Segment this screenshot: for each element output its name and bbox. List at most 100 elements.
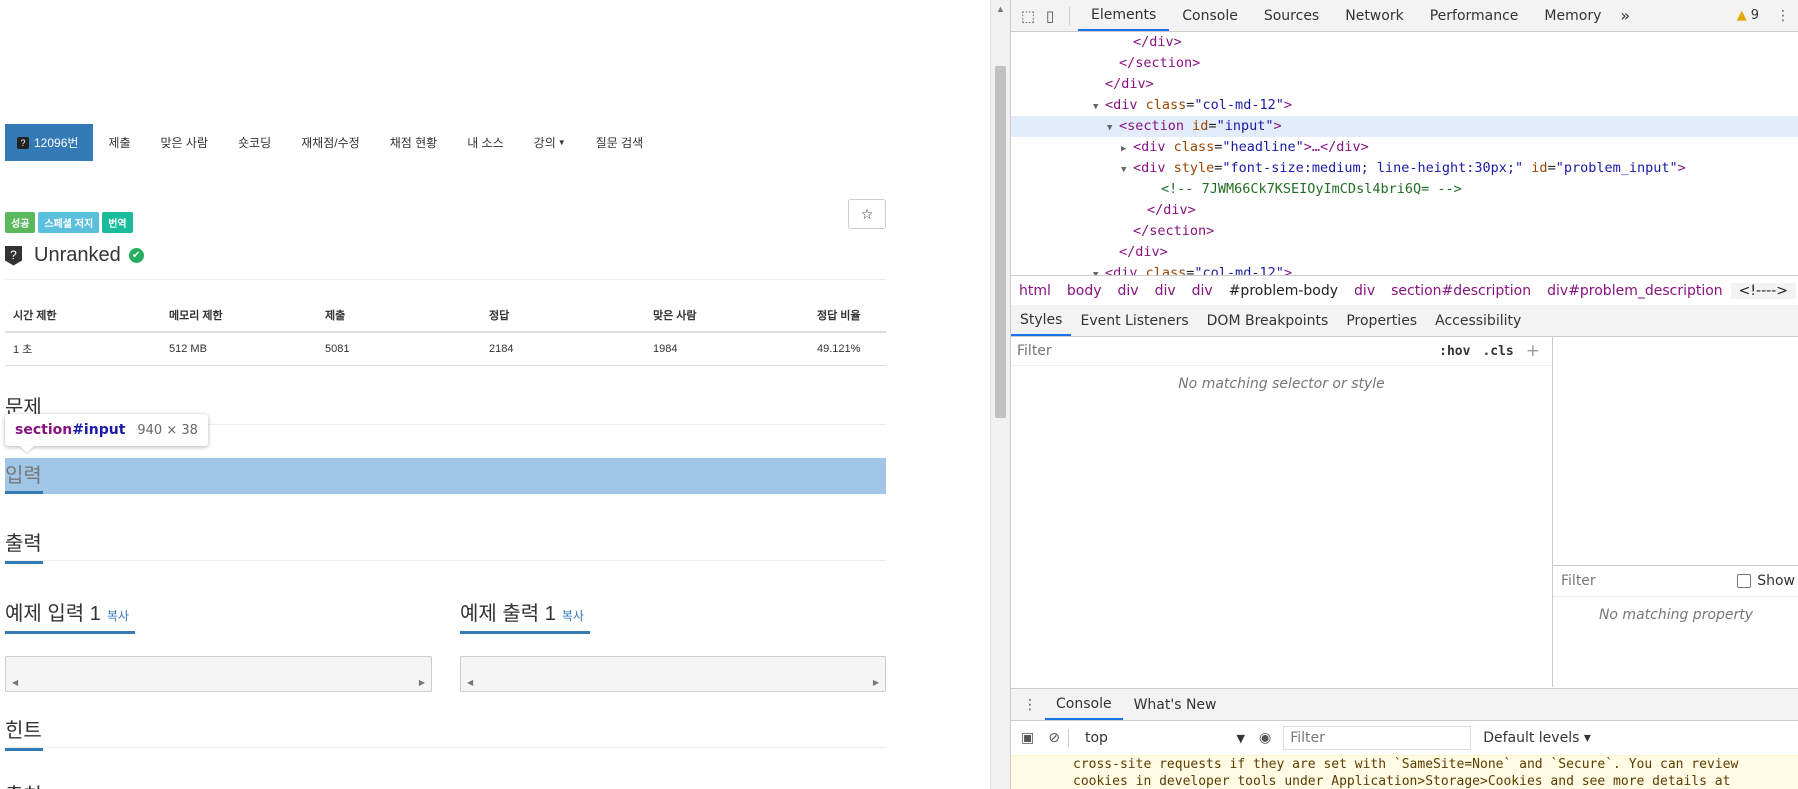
- nav-rejudge[interactable]: 재채점/수정: [286, 124, 375, 161]
- breadcrumb-item[interactable]: #problem-body: [1221, 283, 1346, 299]
- scroll-left-icon[interactable]: ◀: [12, 678, 18, 687]
- more-tabs-icon[interactable]: »: [1614, 0, 1636, 31]
- dom-node[interactable]: ▼ <div class="col-md-12">: [1011, 95, 1798, 116]
- scroll-right-icon[interactable]: ▶: [419, 678, 425, 687]
- nav-lecture[interactable]: 강의 ▼: [519, 124, 581, 161]
- tab-sources[interactable]: Sources: [1251, 0, 1332, 31]
- checkbox-icon[interactable]: [1737, 574, 1752, 588]
- problem-labels: 성공 스페셜 저지 번역: [5, 212, 133, 233]
- drawer-tab-whats-new[interactable]: What's New: [1123, 689, 1228, 720]
- problem-page: ? 12096번 제출 맞은 사람 숏코딩 재채점/수정 채점 현황 내 소스 …: [0, 0, 990, 789]
- dom-node[interactable]: ▼ <div style="font-size:medium; line-heig…: [1011, 158, 1798, 179]
- subtab-accessibility[interactable]: Accessibility: [1426, 305, 1530, 336]
- subtab-properties[interactable]: Properties: [1337, 305, 1426, 336]
- breadcrumb-item[interactable]: section#description: [1383, 283, 1539, 299]
- drawer-menu-icon[interactable]: ⋮: [1011, 689, 1045, 720]
- problem-info-table: 시간 제한 메모리 제한 제출 정답 맞은 사람 정답 비율 1 초 512 M…: [5, 300, 886, 366]
- drawer-tab-console[interactable]: Console: [1045, 689, 1123, 720]
- scroll-up-icon[interactable]: ▲: [996, 4, 1005, 14]
- show-all-toggle[interactable]: Show: [1737, 573, 1795, 589]
- section-underline: [5, 561, 43, 564]
- nav-submit[interactable]: 제출: [93, 124, 145, 161]
- th-solved-users: 맞은 사람: [645, 300, 809, 333]
- console-filter-input[interactable]: Filter: [1283, 726, 1472, 750]
- sidebar-toggle-icon[interactable]: ▣: [1021, 730, 1034, 746]
- breadcrumb-item[interactable]: body: [1059, 283, 1110, 299]
- styles-pane: :hov .cls + No matching selector or styl…: [1011, 337, 1553, 687]
- expanded-triangle-icon[interactable]: ▼: [1121, 160, 1133, 181]
- dom-node[interactable]: </div>: [1011, 242, 1798, 263]
- nav-my-source[interactable]: 내 소스: [452, 124, 518, 161]
- breadcrumb-item[interactable]: div: [1147, 283, 1184, 299]
- nav-status[interactable]: 채점 현황: [375, 124, 453, 161]
- cls-toggle[interactable]: .cls: [1482, 344, 1513, 359]
- page-scrollbar[interactable]: ▲: [990, 0, 1010, 789]
- expanded-triangle-icon[interactable]: ▼: [1093, 97, 1105, 118]
- dom-node[interactable]: ▼ <div class="col-md-12">: [1011, 263, 1798, 275]
- tab-performance[interactable]: Performance: [1417, 0, 1532, 31]
- nav-problem-number-label: 12096번: [34, 136, 79, 150]
- subtab-dom-breakpoints[interactable]: DOM Breakpoints: [1198, 305, 1338, 336]
- section-underline: [5, 748, 43, 751]
- dom-node-selected[interactable]: ▼ <section id="input">: [1011, 116, 1798, 137]
- nav-problem-number[interactable]: ? 12096번: [5, 124, 94, 161]
- nav-short-coding[interactable]: 숏코딩: [223, 124, 286, 161]
- computed-filter-input[interactable]: Filter: [1561, 573, 1596, 589]
- sample-output-box[interactable]: ◀ ▶: [460, 656, 886, 692]
- td-submissions: 5081: [317, 332, 481, 366]
- dom-tag: </div>: [1147, 202, 1196, 218]
- subtab-styles[interactable]: Styles: [1011, 305, 1072, 336]
- breadcrumb-item[interactable]: html: [1011, 283, 1059, 299]
- warnings-counter[interactable]: ▲ 9: [1737, 8, 1759, 23]
- inspect-element-icon[interactable]: ⬚: [1017, 5, 1039, 27]
- subtab-event-listeners[interactable]: Event Listeners: [1071, 305, 1197, 336]
- breadcrumb-item[interactable]: div: [1110, 283, 1147, 299]
- nav-lecture-label: 강의: [533, 136, 556, 150]
- expanded-triangle-icon[interactable]: ▼: [1107, 118, 1119, 139]
- nav-question-search[interactable]: 질문 검색: [581, 124, 659, 161]
- dropdown-arrow-icon: ▼: [1236, 731, 1245, 745]
- hov-toggle[interactable]: :hov: [1439, 344, 1470, 359]
- new-style-rule-icon[interactable]: +: [1526, 341, 1540, 361]
- scroll-thumb[interactable]: [995, 66, 1006, 418]
- tab-elements[interactable]: Elements: [1078, 0, 1170, 31]
- breadcrumb-item[interactable]: div: [1346, 283, 1383, 299]
- tab-network[interactable]: Network: [1332, 0, 1416, 31]
- copy-sample-output-link[interactable]: 복사: [562, 609, 584, 623]
- tab-memory[interactable]: Memory: [1531, 0, 1614, 31]
- sample-input-box[interactable]: ◀ ▶: [5, 656, 432, 692]
- copy-sample-input-link[interactable]: 복사: [107, 609, 129, 623]
- live-expression-eye-icon[interactable]: ◉: [1259, 730, 1271, 746]
- dom-node[interactable]: ▶ <div class="headline">…</div>: [1011, 137, 1798, 158]
- clear-console-icon[interactable]: ⊘: [1048, 730, 1060, 746]
- inspect-highlight-overlay: [5, 458, 886, 494]
- breadcrumb-item[interactable]: <!---->: [1730, 282, 1796, 299]
- log-levels-dropdown[interactable]: Default levels ▾: [1483, 730, 1591, 746]
- context-selector[interactable]: top ▼: [1085, 730, 1245, 746]
- tooltip-tag: section: [15, 422, 73, 438]
- dom-node[interactable]: </div>: [1011, 74, 1798, 95]
- scroll-left-icon[interactable]: ◀: [467, 678, 473, 687]
- expanded-triangle-icon[interactable]: ▼: [1093, 265, 1105, 275]
- dom-attr-value: "col-md-12": [1194, 265, 1284, 275]
- dom-node[interactable]: </div>: [1011, 32, 1798, 53]
- device-toolbar-icon[interactable]: ▯: [1039, 5, 1061, 27]
- section-input-label: 입력: [5, 465, 42, 487]
- dom-node[interactable]: </div>: [1011, 200, 1798, 221]
- dom-tag: </section>: [1119, 55, 1201, 71]
- dom-node[interactable]: </section>: [1011, 53, 1798, 74]
- collapsed-triangle-icon[interactable]: ▶: [1121, 139, 1133, 160]
- favorite-star-button[interactable]: ☆: [848, 199, 886, 229]
- dom-tag: <div: [1105, 265, 1146, 275]
- nav-solved-users[interactable]: 맞은 사람: [146, 124, 224, 161]
- problem-nav: ? 12096번 제출 맞은 사람 숏코딩 재채점/수정 채점 현황 내 소스 …: [5, 124, 658, 161]
- devtools-menu-icon[interactable]: ⋮: [1773, 8, 1793, 24]
- tab-console[interactable]: Console: [1169, 0, 1251, 31]
- scroll-right-icon[interactable]: ▶: [873, 678, 879, 687]
- styles-filter-input[interactable]: [1015, 339, 1440, 363]
- breadcrumb-item[interactable]: div#problem_description: [1539, 283, 1731, 299]
- sample-input-label: 예제 입력 1: [5, 603, 101, 625]
- breadcrumb-item[interactable]: div: [1184, 283, 1221, 299]
- dom-node[interactable]: <!-- 7JWM66Ck7KSEIOyImCDsl4bri6Q= -->: [1011, 179, 1798, 200]
- dom-node[interactable]: </section>: [1011, 221, 1798, 242]
